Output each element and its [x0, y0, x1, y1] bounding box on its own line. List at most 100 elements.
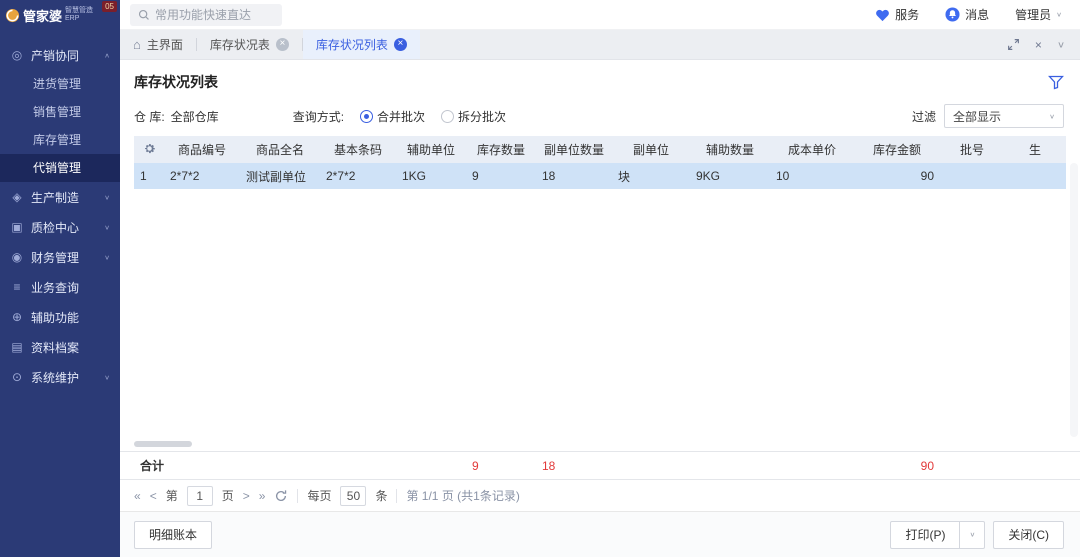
sidebar-item-inventory-mgmt[interactable]: 库存管理 [0, 126, 120, 154]
content: 库存状况列表 仓 库: 全部仓库 查询方式: 合并批次 拆分批次 过滤 [120, 60, 1080, 557]
tab-inventory-status-list[interactable]: 库存状况列表× [303, 30, 420, 59]
gear-icon[interactable] [143, 142, 156, 155]
print-button[interactable]: 打印(P) [890, 521, 960, 549]
column-header-row-config[interactable] [134, 136, 164, 163]
vertical-scrollbar[interactable] [1070, 163, 1078, 437]
tab-close-icon[interactable]: × [276, 38, 289, 51]
sidebar-item-auxiliary-functions[interactable]: ⊕辅助功能 [0, 302, 120, 332]
sidebar-item-consignment-mgmt[interactable]: 代销管理 [0, 154, 120, 182]
messages-menu[interactable]: 消息 [945, 6, 989, 23]
cell-unit-cost: 10 [770, 163, 854, 189]
footer-right: 打印(P) ∨ 关闭(C) [890, 521, 1064, 549]
filter-select[interactable]: 全部显示 ∨ [944, 104, 1064, 128]
sidebar-item-manufacturing[interactable]: ◈ 生产制造 ∨ [0, 182, 120, 212]
sidebar-item-finance-mgmt[interactable]: ◉财务管理∨ [0, 242, 120, 272]
sidebar-item-label: 业务查询 [31, 279, 79, 296]
column-header-prod-date[interactable]: 生 [1004, 136, 1066, 163]
quick-search[interactable] [130, 4, 282, 26]
sidebar-item-production-sales-collab[interactable]: ◎产销协同∧ [0, 40, 120, 70]
sidebar-item-label: 辅助功能 [31, 309, 79, 326]
per-page-unit: 条 [375, 487, 387, 504]
filter-bar: 仓 库: 全部仓库 查询方式: 合并批次 拆分批次 过滤 全部显示 ∨ [120, 96, 1080, 136]
sidebar: 管家婆 智慧管造ERP 05 ◎产销协同∧进货管理销售管理库存管理代销管理◈生产… [0, 0, 120, 557]
cell-prod-date [1004, 163, 1066, 189]
column-header-barcode[interactable]: 基本条码 [320, 136, 396, 163]
column-header-sub-unit[interactable]: 副单位 [612, 136, 690, 163]
service-label: 服务 [895, 6, 919, 23]
sidebar-item-system-maintenance[interactable]: ⊙系统维护∨ [0, 362, 120, 392]
table-row[interactable]: 12*7*2测试副单位2*7*21KG918块9KG1090 [134, 163, 1066, 189]
totals-label: 合计 [134, 452, 164, 479]
page-number-input[interactable]: 1 [187, 486, 213, 506]
horizontal-scrollbar[interactable] [134, 441, 1066, 449]
last-page-button[interactable]: » [259, 489, 266, 503]
total-unit-cost [770, 452, 854, 479]
sidebar-item-business-query[interactable]: ≡业务查询 [0, 272, 120, 302]
scrollbar-thumb[interactable] [134, 441, 192, 447]
user-name: 管理员 [1015, 6, 1051, 23]
query-mode-label: 查询方式: [293, 108, 344, 125]
bell-icon [945, 7, 960, 22]
radio-split-batch[interactable]: 拆分批次 [441, 108, 506, 125]
cell-aux-qty: 9KG [690, 163, 770, 189]
filter-right: 过滤 全部显示 ∨ [912, 104, 1064, 128]
table-empty-space [134, 189, 1066, 439]
column-header-aux-qty[interactable]: 辅助数量 [690, 136, 770, 163]
page-title: 库存状况列表 [134, 72, 218, 92]
expand-icon[interactable] [1007, 38, 1020, 51]
manufacture-icon: ◈ [10, 190, 24, 204]
collapse-tabs-icon[interactable]: ∨ [1057, 39, 1065, 49]
table-body: 12*7*2测试副单位2*7*21KG918块9KG1090 [134, 163, 1066, 189]
filter-icon[interactable] [1048, 74, 1064, 90]
first-page-button[interactable]: « [134, 489, 141, 503]
cell-aux-unit: 1KG [396, 163, 466, 189]
tab-home[interactable]: ⌂主界面 [120, 30, 196, 59]
page-info: 第 1/1 页 (共1条记录) [406, 487, 519, 504]
next-page-button[interactable]: > [243, 489, 250, 503]
total-sub-unit-qty: 18 [536, 452, 612, 479]
tab-inventory-status-report[interactable]: 库存状况表× [197, 30, 302, 59]
column-header-unit-cost[interactable]: 成本单价 [770, 136, 854, 163]
warehouse-value[interactable]: 全部仓库 [171, 108, 219, 125]
column-header-batch-no[interactable]: 批号 [940, 136, 1004, 163]
radio-merge-label: 合并批次 [377, 108, 425, 125]
radio-merge-batch[interactable]: 合并批次 [360, 108, 425, 125]
service-menu[interactable]: 服务 [875, 6, 919, 23]
pagination-separator [297, 489, 298, 503]
tabbar: ⌂主界面库存状况表×库存状况列表× × ∨ [120, 30, 1080, 60]
search-input[interactable] [155, 8, 267, 22]
tab-controls: × ∨ [992, 30, 1080, 59]
column-header-product-name[interactable]: 商品全名 [240, 136, 320, 163]
brand-name: 管家婆 [23, 6, 62, 25]
column-header-sub-unit-qty[interactable]: 副单位数量 [536, 136, 612, 163]
cell-sub-unit: 块 [612, 163, 690, 189]
detail-ledger-button[interactable]: 明细账本 [134, 521, 212, 549]
sidebar-item-data-archives[interactable]: ▤资料档案 [0, 332, 120, 362]
prev-page-button[interactable]: < [150, 489, 157, 503]
sidebar-item-quality-center[interactable]: ▣质检中心∨ [0, 212, 120, 242]
totals-table: 合计91890 [134, 452, 1066, 479]
refresh-icon[interactable] [274, 489, 288, 503]
per-page-input[interactable]: 50 [340, 486, 366, 506]
close-button[interactable]: 关闭(C) [993, 521, 1064, 549]
total-barcode [320, 452, 396, 479]
sidebar-item-purchase-mgmt[interactable]: 进货管理 [0, 70, 120, 98]
total-product-name [240, 452, 320, 479]
system-icon: ⊙ [10, 370, 24, 384]
close-all-tabs-icon[interactable]: × [1035, 38, 1042, 52]
sidebar-item-sales-mgmt[interactable]: 销售管理 [0, 98, 120, 126]
column-header-aux-unit[interactable]: 辅助单位 [396, 136, 466, 163]
column-header-product-code[interactable]: 商品编号 [164, 136, 240, 163]
print-dropdown-button[interactable]: ∨ [960, 521, 985, 549]
column-header-stock-qty[interactable]: 库存数量 [466, 136, 536, 163]
warehouse-label: 仓 库: [134, 108, 165, 125]
collab-icon: ◎ [10, 48, 24, 62]
total-product-code [164, 452, 240, 479]
total-sub-unit [612, 452, 690, 479]
tab-close-icon[interactable]: × [394, 38, 407, 51]
column-header-stock-amount[interactable]: 库存金额 [854, 136, 940, 163]
chevron-down-icon: ∨ [104, 193, 110, 200]
user-menu[interactable]: 管理员 ∨ [1015, 6, 1062, 23]
sidebar-item-label: 生产制造 [31, 189, 79, 206]
filter-select-value: 全部显示 [953, 108, 1001, 125]
